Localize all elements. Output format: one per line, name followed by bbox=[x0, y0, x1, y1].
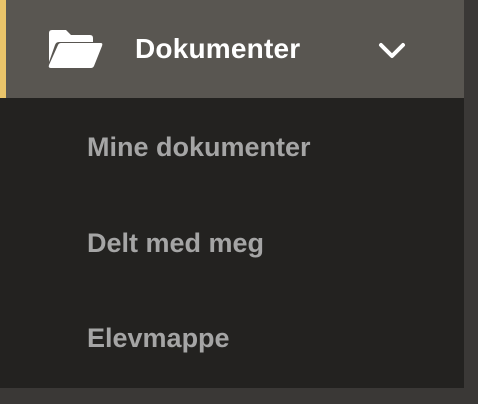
app-frame: Dokumenter Mine dokumenter Delt med meg … bbox=[0, 0, 478, 404]
documents-menu-title: Dokumenter bbox=[135, 33, 301, 64]
menu-item-mine-dokumenter[interactable]: Mine dokumenter bbox=[87, 129, 311, 165]
menu-item-delt-med-meg[interactable]: Delt med meg bbox=[87, 225, 264, 261]
chevron-down-icon[interactable] bbox=[377, 38, 407, 62]
documents-menu-header[interactable]: Dokumenter bbox=[0, 0, 464, 98]
folder-open-icon bbox=[48, 30, 103, 68]
menu-item-elevmappe[interactable]: Elevmappe bbox=[87, 320, 230, 356]
active-accent-bar bbox=[0, 0, 6, 98]
documents-menu-panel: Dokumenter Mine dokumenter Delt med meg … bbox=[0, 0, 464, 388]
